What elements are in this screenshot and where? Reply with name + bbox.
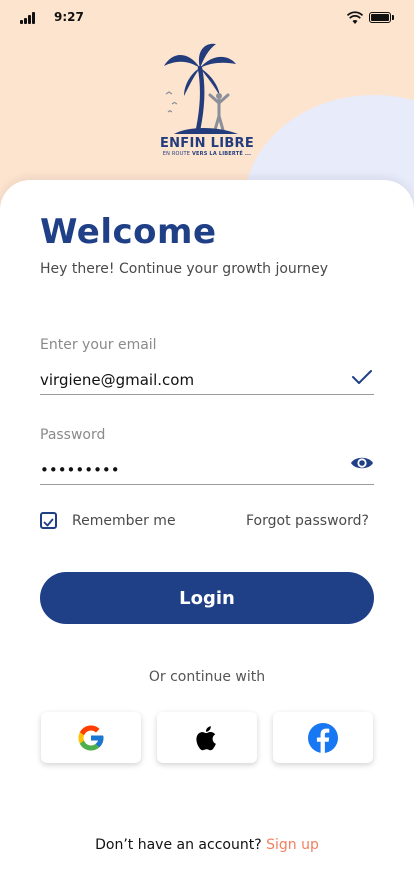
page-title: Welcome: [40, 212, 217, 252]
apple-button[interactable]: [157, 712, 257, 763]
signup-prompt-text: Don’t have an account?: [95, 837, 262, 853]
brand-name: ENFIN LIBRE: [159, 136, 255, 151]
forgot-password-link[interactable]: Forgot password?: [246, 513, 369, 529]
wifi-icon: [347, 11, 363, 24]
google-icon: [78, 725, 104, 750]
signup-link[interactable]: Sign up: [266, 837, 319, 853]
facebook-button[interactable]: [273, 712, 373, 763]
status-bar: 9:27: [0, 0, 414, 36]
remember-me-checkbox[interactable]: [40, 512, 57, 529]
email-label: Enter your email: [40, 337, 157, 353]
status-time: 9:27: [54, 10, 84, 24]
password-field[interactable]: [40, 456, 374, 485]
remember-me-label[interactable]: Remember me: [72, 513, 176, 529]
facebook-icon: [308, 722, 338, 753]
brand-tagline-bold: VERS LA LIBERTÉ ...: [191, 151, 252, 157]
checkmark-icon: [352, 370, 372, 384]
email-field[interactable]: [40, 366, 374, 395]
brand-tagline-prefix: EN ROUTE: [162, 151, 191, 157]
login-button[interactable]: Login: [40, 572, 374, 624]
checkbox-check-icon: [43, 518, 54, 527]
brand-tagline: EN ROUTE VERS LA LIBERTÉ ...: [150, 151, 264, 157]
signup-prompt: Don’t have an account? Sign up: [0, 837, 414, 853]
page-subtitle: Hey there! Continue your growth journey: [40, 261, 329, 277]
apple-icon: [196, 725, 216, 750]
google-button[interactable]: [41, 712, 141, 763]
signal-icon: [20, 12, 38, 24]
login-card: [0, 180, 414, 896]
password-label: Password: [40, 427, 106, 443]
or-continue-with: Or continue with: [148, 669, 266, 685]
eye-icon[interactable]: [350, 454, 374, 472]
battery-cap: [392, 15, 394, 20]
battery-icon: [369, 12, 391, 23]
